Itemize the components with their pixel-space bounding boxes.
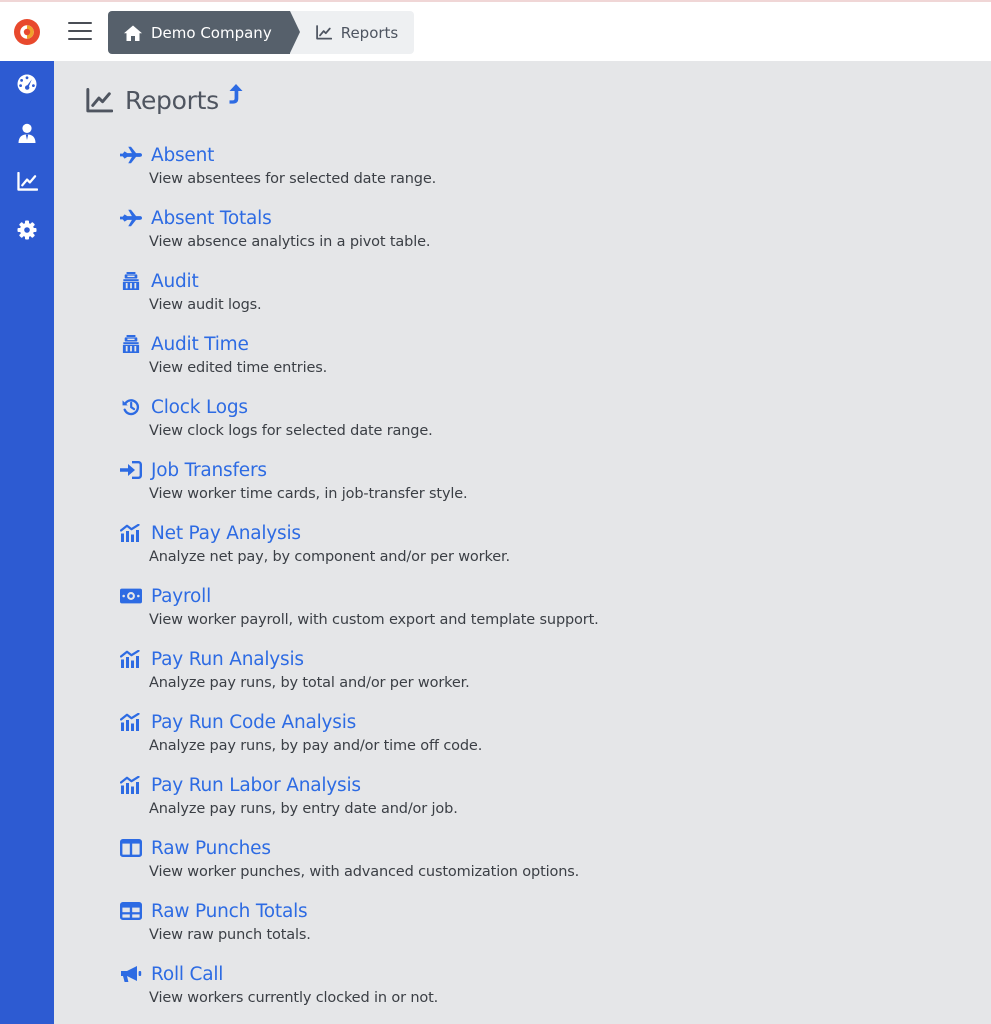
top-bar: Demo Company Reports [0,0,991,61]
report-title: Pay Run Analysis [151,648,304,670]
gear-icon [17,220,37,240]
report-item-job-transfers: Job Transfers View worker time cards, in… [120,458,680,502]
report-title: Pay Run Labor Analysis [151,774,361,796]
report-description: View edited time entries. [149,360,328,376]
report-item-raw-punch-totals: Raw Punch Totals View raw punch totals. [120,899,680,943]
report-title: Raw Punches [151,837,271,859]
report-link-audit[interactable]: Audit [120,269,680,293]
report-item-pay-run-code-analysis: Pay Run Code Analysis Analyze pay runs, … [120,710,680,754]
report-item-roll-call: Roll Call View workers currently clocked… [120,962,680,1006]
report-title: Audit Time [151,333,249,355]
report-link-pay-run-labor-analysis[interactable]: Pay Run Labor Analysis [120,773,680,797]
analytics-icon [120,776,142,794]
page-title: Reports [125,86,219,115]
history-icon [120,398,142,416]
plane-icon [120,146,142,164]
report-item-audit-time: Audit Time View edited time entries. [120,332,680,376]
line-chart-icon [86,88,113,113]
report-item-payroll: Payroll View worker payroll, with custom… [120,584,680,628]
sidebar-item-reports[interactable] [0,161,54,201]
report-title: Absent Totals [151,207,272,229]
report-link-job-transfers[interactable]: Job Transfers [120,458,680,482]
analytics-icon [120,713,142,731]
breadcrumb-current-label: Reports [340,23,399,42]
line-chart-icon [316,25,332,40]
report-link-absent[interactable]: Absent [120,143,680,167]
report-title: Clock Logs [151,396,248,418]
report-link-raw-punch-totals[interactable]: Raw Punch Totals [120,899,680,923]
report-description: View absentees for selected date range. [149,171,437,187]
line-chart-icon [17,172,38,191]
report-link-roll-call[interactable]: Roll Call [120,962,680,986]
report-description: View absence analytics in a pivot table. [149,234,431,250]
report-item-clock-logs: Clock Logs View clock logs for selected … [120,395,680,439]
report-title: Absent [151,144,215,166]
plane-icon [120,209,142,227]
report-title: Roll Call [151,963,224,985]
table-icon [120,902,142,920]
level-up-icon[interactable] [229,83,243,104]
menu-toggle-button[interactable] [68,22,92,42]
report-item-audit: Audit View audit logs. [120,269,680,313]
report-item-pay-run-labor-analysis: Pay Run Labor Analysis Analyze pay runs,… [120,773,680,817]
analytics-icon [120,650,142,668]
report-description: View workers currently clocked in or not… [149,990,439,1006]
sidebar-item-settings[interactable] [0,210,54,250]
report-title: Job Transfers [151,459,267,481]
report-item-pay-run-analysis: Pay Run Analysis Analyze pay runs, by to… [120,647,680,691]
sign-in-icon [120,461,142,479]
report-title: Pay Run Code Analysis [151,711,357,733]
report-item-absent-totals: Absent Totals View absence analytics in … [120,206,680,250]
report-title: Audit [151,270,199,292]
report-title: Raw Punch Totals [151,900,308,922]
report-description: Analyze pay runs, by entry date and/or j… [149,801,458,817]
worker-icon [18,123,36,143]
sidebar-item-workers[interactable] [0,113,54,153]
money-bill-icon [120,587,142,605]
breadcrumb: Demo Company Reports [108,11,415,54]
report-link-absent-totals[interactable]: Absent Totals [120,206,680,230]
report-description: View audit logs. [149,297,262,313]
report-description: View worker time cards, in job-transfer … [149,486,468,502]
breadcrumb-current: Reports [289,11,415,54]
report-description: View worker payroll, with custom export … [149,612,599,628]
hamburger-line [68,30,92,32]
sidebar [0,61,54,1024]
columns-icon [120,839,142,857]
home-icon [124,25,142,41]
report-description: View clock logs for selected date range. [149,423,433,439]
report-link-net-pay-analysis[interactable]: Net Pay Analysis [120,521,680,545]
report-link-payroll[interactable]: Payroll [120,584,680,608]
report-description: Analyze pay runs, by pay and/or time off… [149,738,483,754]
bullhorn-icon [120,965,142,983]
analytics-icon [120,524,142,542]
auditor-icon [120,335,142,353]
report-description: Analyze pay runs, by total and/or per wo… [149,675,470,691]
breadcrumb-home-label: Demo Company [151,23,272,42]
report-link-clock-logs[interactable]: Clock Logs [120,395,680,419]
report-item-raw-punches: Raw Punches View worker punches, with ad… [120,836,680,880]
hamburger-line [68,38,92,40]
report-item-net-pay-analysis: Net Pay Analysis Analyze net pay, by com… [120,521,680,565]
sidebar-item-dashboard[interactable] [0,64,54,104]
report-title: Net Pay Analysis [151,522,301,544]
report-description: View raw punch totals. [149,927,311,943]
report-link-pay-run-code-analysis[interactable]: Pay Run Code Analysis [120,710,680,734]
dashboard-icon [17,74,37,94]
hamburger-line [68,22,92,24]
app-logo-icon[interactable] [13,18,41,46]
auditor-icon [120,272,142,290]
report-title: Payroll [151,585,212,607]
report-description: Analyze net pay, by component and/or per… [149,549,510,565]
page-header: Reports [86,83,243,115]
report-description: View worker punches, with advanced custo… [149,864,580,880]
report-link-audit-time[interactable]: Audit Time [120,332,680,356]
report-link-raw-punches[interactable]: Raw Punches [120,836,680,860]
report-item-absent: Absent View absentees for selected date … [120,143,680,187]
breadcrumb-home[interactable]: Demo Company [108,11,300,54]
report-link-pay-run-analysis[interactable]: Pay Run Analysis [120,647,680,671]
